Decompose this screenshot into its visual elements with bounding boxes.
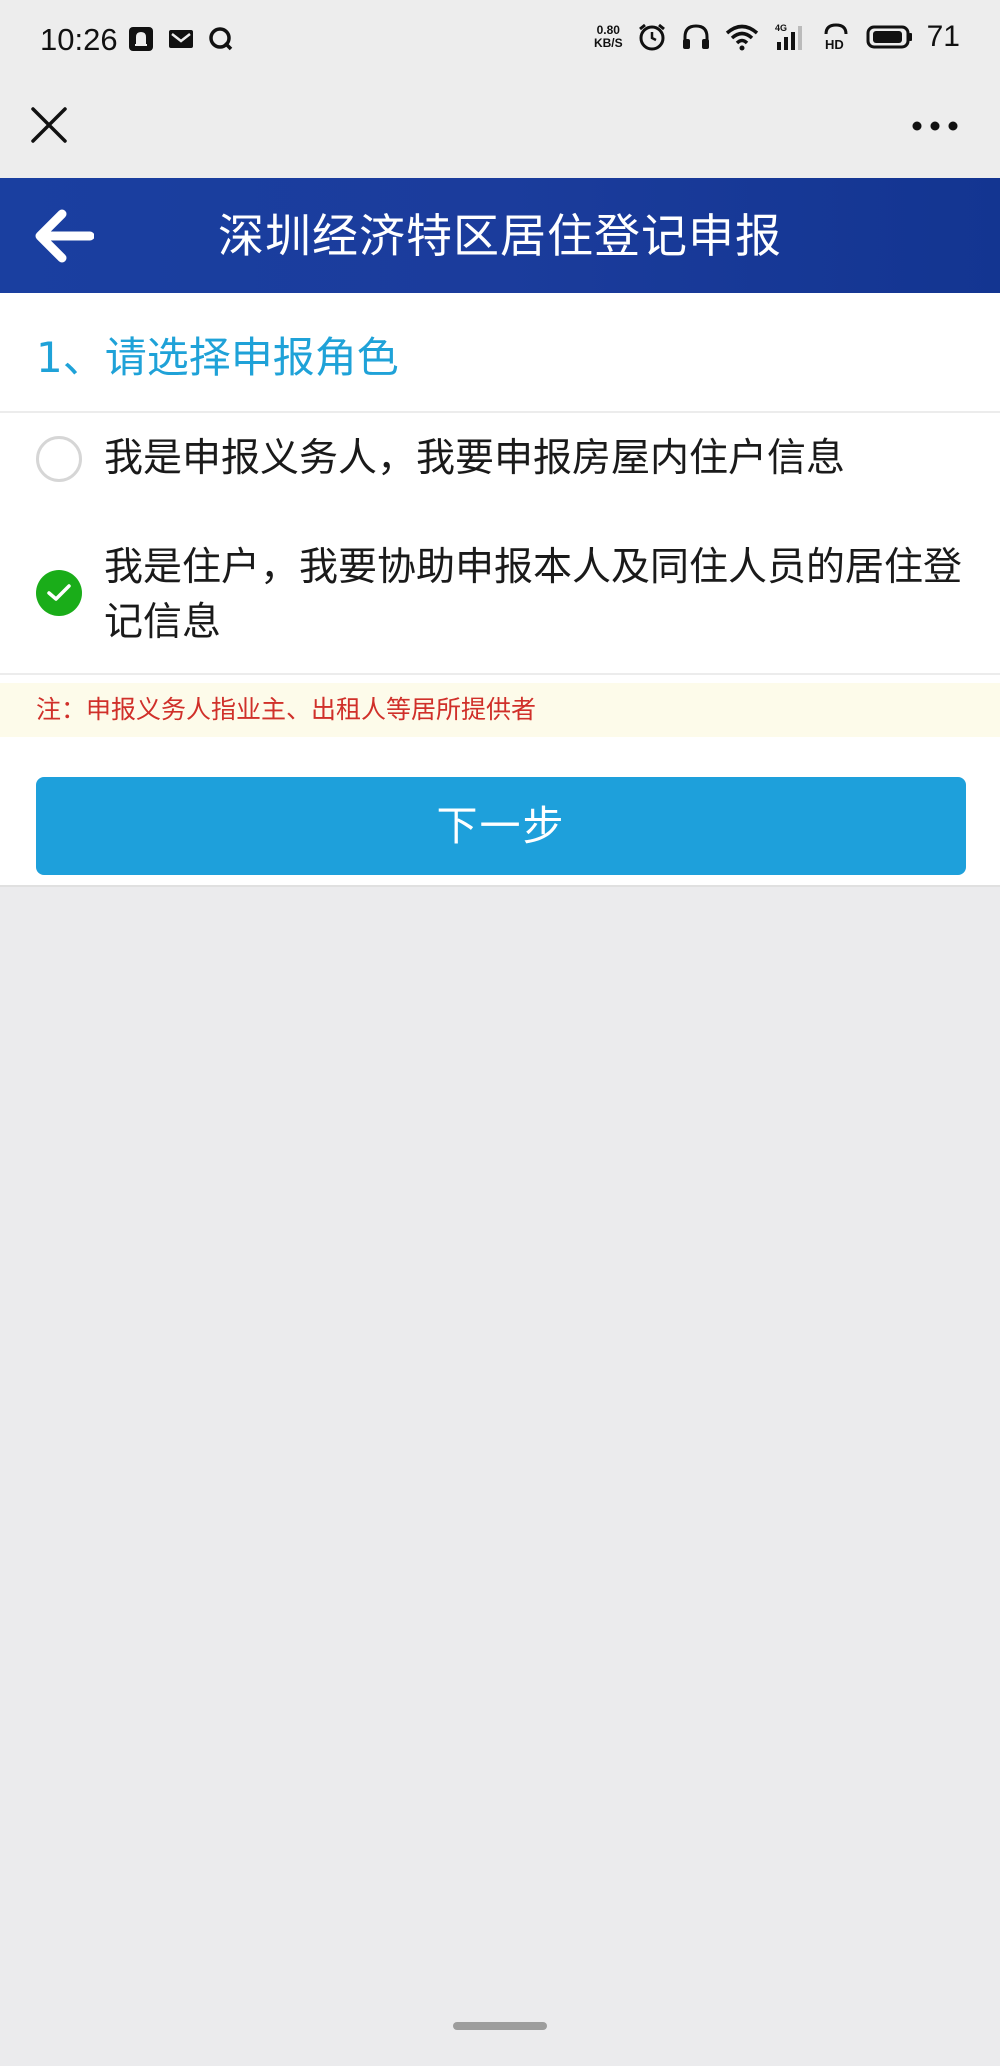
section-title: 1、请选择申报角色: [36, 333, 399, 382]
speed-unit: KB/S: [593, 36, 623, 50]
signal-4g-icon: 4G: [775, 23, 802, 50]
status-right: 0.80 KB/S 4G HD 71: [594, 20, 960, 54]
role-option-owner-label: 我是申报义务人，我要申报房屋内住户信息: [104, 436, 846, 481]
radio-unchecked-icon[interactable]: [36, 436, 82, 482]
app-header: 深圳经济特区居住登记申报: [0, 178, 1000, 293]
radio-checked-icon[interactable]: [36, 570, 82, 616]
next-step-button[interactable]: 下一步: [36, 777, 966, 875]
divider: [0, 673, 1000, 675]
hd-call-icon: HD: [824, 23, 848, 52]
status-bar: 10:26 0.80 KB/S 4G HD 71: [0, 0, 1000, 84]
card-bottom-border: [0, 885, 1000, 887]
headphones-icon: [682, 24, 709, 49]
hd-label: HD: [825, 37, 844, 52]
role-option-resident-label: 我是住户，我要协助申报本人及同住人员的居住登记信息: [104, 545, 963, 645]
notification-icons: [128, 26, 234, 52]
role-note: 注：申报义务人指业主、出租人等居所提供者: [0, 683, 1000, 737]
network-type: 4G: [775, 23, 787, 33]
role-option-resident[interactable]: 我是住户，我要协助申报本人及同住人员的居住登记信息: [36, 540, 976, 650]
home-indicator[interactable]: [453, 2022, 547, 2030]
network-speed: 0.80 KB/S: [594, 24, 623, 50]
battery-icon: [866, 25, 912, 49]
battery-level: 71: [926, 20, 960, 53]
bell-notification-icon: [129, 27, 153, 51]
webview-toolbar: [0, 84, 1000, 178]
alarm-icon: [638, 23, 665, 51]
page-title: 深圳经济特区居住登记申报: [218, 209, 782, 263]
more-options-icon[interactable]: [912, 120, 958, 132]
checkmark-icon: [47, 584, 71, 601]
role-selection-card: 1、请选择申报角色 我是申报义务人，我要申报房屋内住户信息 我是住户，我要协助申…: [0, 293, 1000, 885]
mail-notification-icon: [169, 30, 193, 48]
divider: [0, 411, 1000, 413]
wifi-icon: [725, 24, 758, 51]
qq-notification-icon: [209, 27, 233, 51]
role-option-owner[interactable]: 我是申报义务人，我要申报房屋内住户信息: [36, 436, 976, 486]
close-icon[interactable]: [28, 104, 70, 146]
status-time: 10:26: [40, 22, 118, 57]
